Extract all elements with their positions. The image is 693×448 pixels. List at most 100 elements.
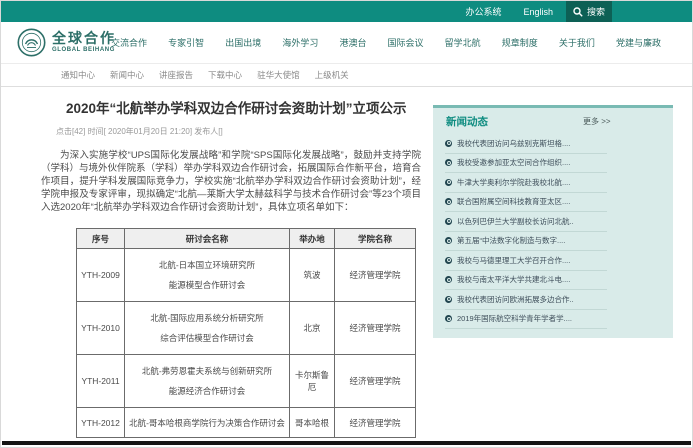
cell-city: 卡尔斯鲁厄 bbox=[290, 355, 335, 408]
news-sidebar-header: 新闻动态 更多 >> bbox=[433, 108, 673, 134]
cell-symposium-name: 北航-国际应用系统分析研究所综合评估模型合作研讨会 bbox=[125, 302, 290, 355]
nav-item-3[interactable]: 出国出境 bbox=[225, 36, 261, 49]
symposium-name-line: 综合评估模型合作研讨会 bbox=[127, 332, 287, 344]
news-bullet-icon bbox=[445, 296, 452, 303]
cell-school: 经济管理学院 bbox=[335, 302, 416, 355]
nav-item-6[interactable]: 国际会议 bbox=[388, 36, 424, 49]
beihang-seal-logo bbox=[17, 28, 46, 57]
logo-title: 全球合作 bbox=[52, 31, 116, 46]
logo-subtitle: GLOBAL BEIHANG bbox=[52, 46, 116, 54]
news-list: 我校代表团访问乌兹别克斯坦格.... 我校受邀参加亚太空间合作组织.... 牛津大学… bbox=[433, 134, 673, 329]
nav-item-5[interactable]: 港澳台 bbox=[339, 36, 366, 49]
nav-item-4[interactable]: 海外学习 bbox=[282, 36, 318, 49]
page-title: 2020年“北航举办学科双边合作研讨会资助计划”立项公示 bbox=[66, 101, 421, 117]
news-item-1[interactable]: 我校代表团访问乌兹别克斯坦格.... bbox=[445, 134, 607, 154]
subnav-item-2[interactable]: 新闻中心 bbox=[110, 69, 144, 81]
nav-item-7[interactable]: 留学北航 bbox=[445, 36, 481, 49]
table-header-cell: 举办地 bbox=[290, 229, 335, 249]
cell-serial: YTH-2009 bbox=[77, 249, 125, 302]
news-item-label: 我校受邀参加亚太空间合作组织.... bbox=[457, 157, 570, 168]
symposium-name-line: 北航-哥本哈根商学院行为决策合作研讨会 bbox=[127, 417, 287, 429]
logo-text: 全球合作 GLOBAL BEIHANG bbox=[52, 31, 116, 54]
search-button-label: 搜索 bbox=[587, 5, 605, 18]
news-item-4[interactable]: 联合国附属空间科技教育亚太区.... bbox=[445, 193, 607, 213]
article-body: 为深入实施学校“UPS国际化发展战略”和学院“SPS国际化发展战略”，鼓励并支持… bbox=[41, 149, 421, 214]
cell-symposium-name: 北航-日本国立环境研究所能源模型合作研讨会 bbox=[125, 249, 290, 302]
news-item-label: 我校与南太平洋大学共建北斗电.... bbox=[457, 274, 570, 285]
news-item-label: 第五届“中法数字化制造与数字.... bbox=[457, 235, 565, 246]
site-header: 全球合作 GLOBAL BEIHANG 交流合作 专家引智 出国出境 海外学习 港澳台 国… bbox=[1, 22, 692, 64]
nav-item-1[interactable]: 交流合作 bbox=[111, 36, 147, 49]
symposium-name-line: 能源经济合作研讨会 bbox=[127, 385, 287, 397]
news-bullet-icon bbox=[445, 218, 452, 225]
news-bullet-icon bbox=[445, 159, 452, 166]
news-item-label: 联合国附属空间科技教育亚太区.... bbox=[457, 196, 570, 207]
news-bullet-icon bbox=[445, 276, 452, 283]
symposium-table: 序号研讨会名称举办地学院名称 YTH-2009北航-日本国立环境研究所能源模型合… bbox=[76, 228, 416, 438]
table-header-cell: 研讨会名称 bbox=[125, 229, 290, 249]
news-bullet-icon bbox=[445, 140, 452, 147]
news-bullet-icon bbox=[445, 198, 452, 205]
news-bullet-icon bbox=[445, 237, 452, 244]
news-item-8[interactable]: 我校与南太平洋大学共建北斗电.... bbox=[445, 271, 607, 291]
cell-symposium-name: 北航-弗劳恩霍夫系统与创新研究所能源经济合作研讨会 bbox=[125, 355, 290, 408]
cell-serial: YTH-2012 bbox=[77, 408, 125, 438]
cell-school: 经济管理学院 bbox=[335, 408, 416, 438]
symposium-table-body: YTH-2009北航-日本国立环境研究所能源模型合作研讨会筑波经济管理学院YTH… bbox=[77, 249, 416, 438]
top-utility-bar: 办公系统 English 搜索 bbox=[1, 1, 692, 22]
news-item-9[interactable]: 我校代表团访问欧洲拓展多边合作.. bbox=[445, 290, 607, 310]
cell-school: 经济管理学院 bbox=[335, 355, 416, 408]
news-item-label: 以色列巴伊兰大学副校长访问北航.. bbox=[457, 216, 574, 227]
news-item-3[interactable]: 牛津大学奥利尔学院赴我校北航.... bbox=[445, 173, 607, 193]
news-item-label: 牛津大学奥利尔学院赴我校北航.... bbox=[457, 177, 570, 188]
main-content: 2020年“北航举办学科双边合作研讨会资助计划”立项公示 点击[42] 时间[ … bbox=[1, 87, 692, 441]
table-row: YTH-2012北航-哥本哈根商学院行为决策合作研讨会哥本哈根经济管理学院 bbox=[77, 408, 416, 438]
nav-item-10[interactable]: 党建与廉政 bbox=[616, 36, 661, 49]
subnav-item-6[interactable]: 上级机关 bbox=[315, 69, 349, 81]
cell-city: 北京 bbox=[290, 302, 335, 355]
news-item-label: 我校与马德里理工大学召开合作.... bbox=[457, 255, 570, 266]
search-icon bbox=[573, 7, 583, 17]
subnav-item-4[interactable]: 下载中心 bbox=[208, 69, 242, 81]
cell-symposium-name: 北航-哥本哈根商学院行为决策合作研讨会 bbox=[125, 408, 290, 438]
news-item-5[interactable]: 以色列巴伊兰大学副校长访问北航.. bbox=[445, 212, 607, 232]
screenshot-bottom-edge bbox=[2, 441, 691, 445]
subnav-item-1[interactable]: 通知中心 bbox=[61, 69, 95, 81]
article-meta: 点击[42] 时间[ 2020年01月20日 21:20] 发布人[] bbox=[56, 126, 421, 137]
cell-school: 经济管理学院 bbox=[335, 249, 416, 302]
cell-city: 筑波 bbox=[290, 249, 335, 302]
nav-item-9[interactable]: 关于我们 bbox=[559, 36, 595, 49]
news-sidebar-title: 新闻动态 bbox=[446, 114, 488, 129]
table-header-cell: 序号 bbox=[77, 229, 125, 249]
news-sidebar: 新闻动态 更多 >> 我校代表团访问乌兹别克斯坦格.... 我校受邀参加亚太空间合… bbox=[433, 105, 673, 338]
symposium-name-line: 北航-日本国立环境研究所 bbox=[127, 259, 287, 271]
symposium-name-line: 北航-弗劳恩霍夫系统与创新研究所 bbox=[127, 365, 287, 377]
more-link[interactable]: 更多 >> bbox=[583, 116, 611, 127]
secondary-nav: 通知中心 新闻中心 讲座报告 下载中心 驻华大使馆 上级机关 bbox=[1, 64, 692, 87]
table-row: YTH-2011北航-弗劳恩霍夫系统与创新研究所能源经济合作研讨会卡尔斯鲁厄经济… bbox=[77, 355, 416, 408]
table-header-cell: 学院名称 bbox=[335, 229, 416, 249]
cell-serial: YTH-2011 bbox=[77, 355, 125, 408]
main-nav: 交流合作 专家引智 出国出境 海外学习 港澳台 国际会议 留学北航 规章制度 关于我们 党建与廉政 bbox=[111, 22, 661, 63]
news-item-label: 2019年国际航空科学青年学者学.... bbox=[457, 313, 572, 324]
english-link[interactable]: English bbox=[523, 7, 553, 17]
news-bullet-icon bbox=[445, 179, 452, 186]
subnav-item-5[interactable]: 驻华大使馆 bbox=[257, 69, 300, 81]
news-item-2[interactable]: 我校受邀参加亚太空间合作组织.... bbox=[445, 154, 607, 174]
cell-city: 哥本哈根 bbox=[290, 408, 335, 438]
site-logo[interactable]: 全球合作 GLOBAL BEIHANG bbox=[17, 28, 116, 57]
news-bullet-icon bbox=[445, 315, 452, 322]
news-bullet-icon bbox=[445, 257, 452, 264]
news-item-10[interactable]: 2019年国际航空科学青年学者学.... bbox=[445, 310, 607, 330]
news-item-6[interactable]: 第五届“中法数字化制造与数字.... bbox=[445, 232, 607, 252]
nav-item-8[interactable]: 规章制度 bbox=[502, 36, 538, 49]
table-row: YTH-2010北航-国际应用系统分析研究所综合评估模型合作研讨会北京经济管理学… bbox=[77, 302, 416, 355]
table-header-row: 序号研讨会名称举办地学院名称 bbox=[77, 229, 416, 249]
news-item-label: 我校代表团访问乌兹别克斯坦格.... bbox=[457, 138, 570, 149]
nav-item-2[interactable]: 专家引智 bbox=[168, 36, 204, 49]
office-system-link[interactable]: 办公系统 bbox=[465, 5, 501, 18]
search-button[interactable]: 搜索 bbox=[566, 1, 612, 22]
news-item-7[interactable]: 我校与马德里理工大学召开合作.... bbox=[445, 251, 607, 271]
article: 2020年“北航举办学科双边合作研讨会资助计划”立项公示 点击[42] 时间[ … bbox=[41, 101, 421, 438]
subnav-item-3[interactable]: 讲座报告 bbox=[159, 69, 193, 81]
